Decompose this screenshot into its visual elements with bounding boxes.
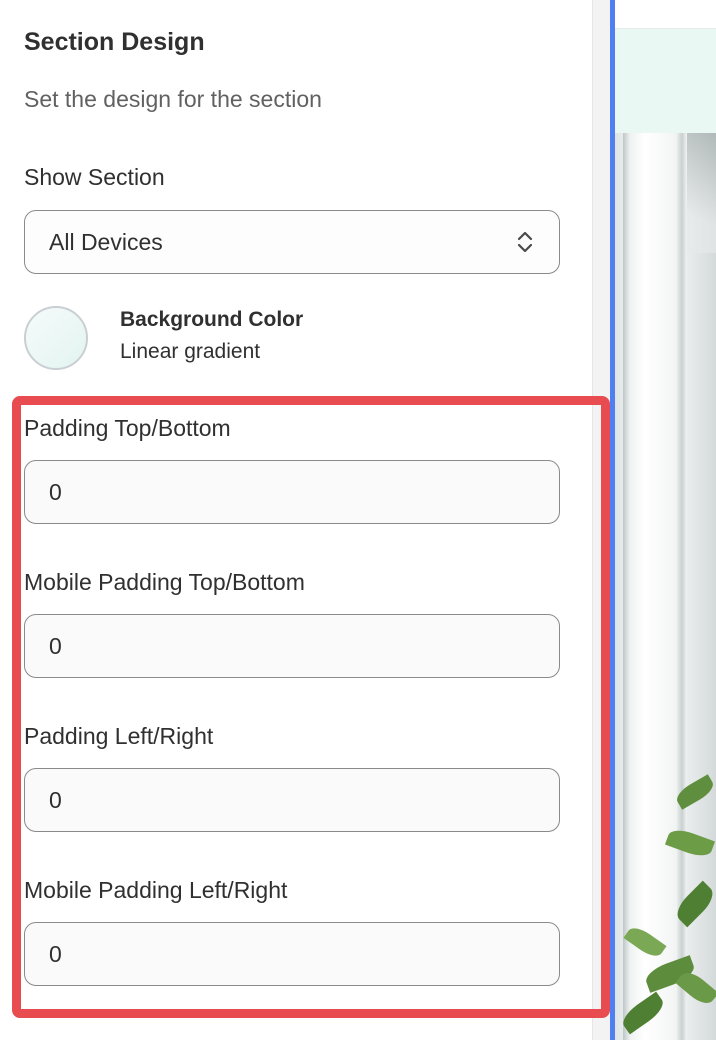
section-design-panel: Section Design Set the design for the se… (0, 0, 592, 1040)
show-section-select[interactable]: All Devices (24, 210, 560, 274)
padding-top-bottom-input[interactable]: 0 (24, 460, 560, 524)
padding-top-bottom-label: Padding Top/Bottom (24, 415, 231, 441)
background-color-swatch[interactable] (24, 306, 88, 370)
mobile-padding-top-bottom-label: Mobile Padding Top/Bottom (24, 569, 305, 595)
show-section-label: Show Section (24, 164, 165, 190)
preview-header-strip (615, 0, 716, 29)
window-frame-left (623, 133, 630, 1040)
mobile-padding-top-bottom-value: 0 (49, 632, 62, 659)
preview-image (615, 133, 716, 1040)
padding-left-right-label: Padding Left/Right (24, 723, 214, 749)
show-section-selected-value: All Devices (49, 228, 163, 255)
background-color-label: Background Color (120, 308, 304, 331)
select-chevron-icon (517, 231, 533, 253)
panel-divider[interactable] (592, 0, 610, 1040)
padding-top-bottom-value: 0 (49, 478, 62, 505)
padding-left-right-input[interactable]: 0 (24, 768, 560, 832)
mobile-padding-left-right-value: 0 (49, 940, 62, 967)
panel-subtitle: Set the design for the section (24, 86, 322, 112)
background-color-value: Linear gradient (120, 340, 261, 363)
mobile-padding-left-right-input[interactable]: 0 (24, 922, 560, 986)
mobile-padding-top-bottom-input[interactable]: 0 (24, 614, 560, 678)
store-preview[interactable] (615, 0, 716, 1040)
mobile-padding-left-right-label: Mobile Padding Left/Right (24, 877, 288, 903)
padding-left-right-value: 0 (49, 786, 62, 813)
plant-leaf (664, 825, 716, 861)
panel-title: Section Design (24, 28, 205, 56)
preview-announcement-band (615, 29, 716, 133)
